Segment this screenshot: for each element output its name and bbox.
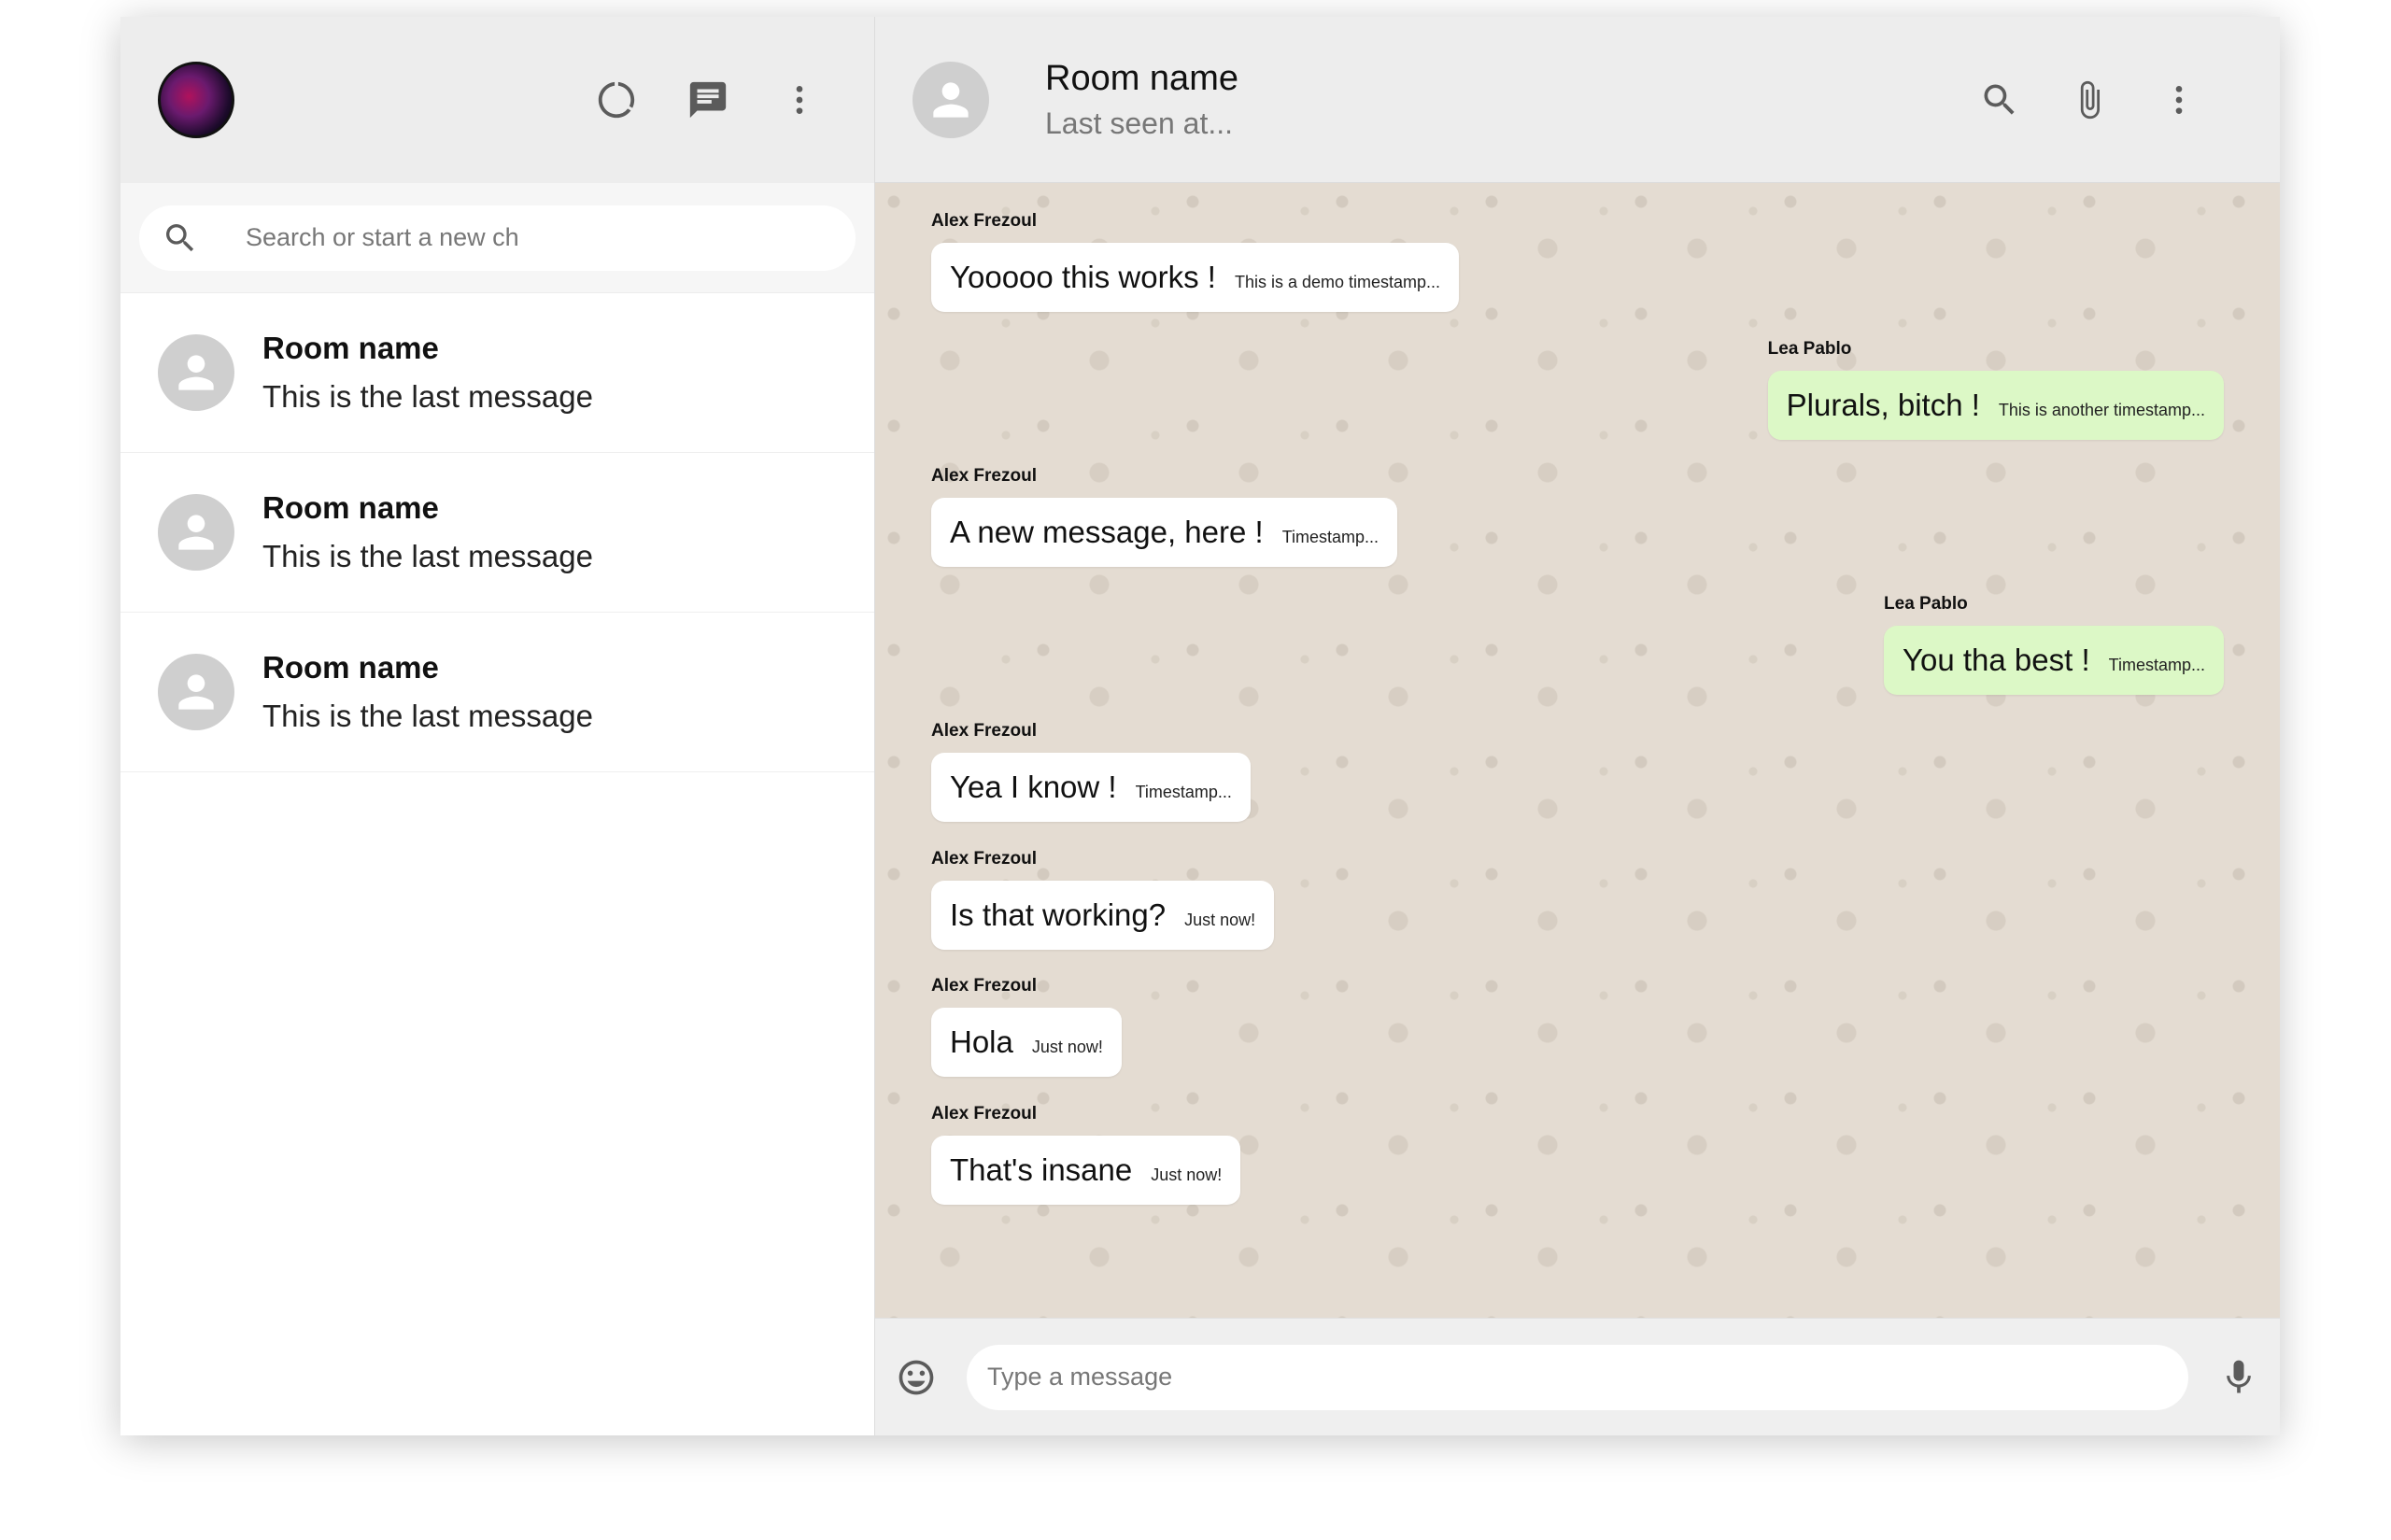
- room-name: Room name: [262, 650, 439, 685]
- chat-panel: Room name Last seen at... Alex Frezoul Y…: [875, 17, 2280, 1435]
- avatar: [158, 494, 234, 571]
- last-seen: Last seen at...: [1045, 106, 1234, 140]
- chat-icon[interactable]: [686, 78, 730, 122]
- status-icon[interactable]: [594, 78, 639, 122]
- message-bubble: A new message, here ! Timestamp...: [931, 498, 1398, 567]
- message: Alex Frezoul That's insane Just now!: [931, 1104, 1241, 1205]
- room-item[interactable]: Room name This is the last message: [120, 613, 874, 772]
- chat-title: Room name: [1045, 58, 1238, 98]
- message-sender: Lea Pablo: [1884, 594, 1968, 614]
- message-text: A new message, here !: [950, 515, 1264, 549]
- search-area: [120, 183, 874, 293]
- person-icon: [178, 515, 214, 550]
- message-timestamp: This is a demo timestamp...: [1234, 273, 1441, 291]
- message-text: Plurals, bitch !: [1786, 388, 1980, 422]
- chat-header-icons: [1977, 78, 2201, 122]
- message-input[interactable]: [967, 1344, 2188, 1410]
- user-avatar[interactable]: [158, 62, 234, 138]
- room-last-message: This is the last message: [262, 379, 593, 414]
- message-text: Hola: [950, 1024, 1013, 1059]
- sidebar-header: [120, 17, 874, 183]
- message: Alex Frezoul Yooooo this works ! This is…: [931, 211, 1460, 312]
- message-timestamp: This is another timestamp...: [1998, 401, 2205, 419]
- chat-header-info: Room name Last seen at...: [1045, 59, 1238, 141]
- avatar: [158, 654, 234, 730]
- person-icon: [178, 355, 214, 390]
- room-info: Room name This is the last message: [262, 650, 593, 734]
- message-sender: Alex Frezoul: [931, 466, 1037, 486]
- search-icon[interactable]: [1977, 78, 2022, 122]
- message-timestamp: Just now!: [1151, 1166, 1223, 1184]
- message-text: Is that working?: [950, 897, 1167, 932]
- message-sender: Alex Frezoul: [931, 849, 1037, 869]
- chat-app: Room name This is the last message Room …: [120, 17, 2280, 1435]
- message-bubble: Hola Just now!: [931, 1008, 1122, 1077]
- person-icon: [178, 674, 214, 710]
- message-text: Yooooo this works !: [950, 260, 1216, 294]
- emoji-icon[interactable]: [894, 1355, 939, 1400]
- room-info: Room name This is the last message: [262, 490, 593, 574]
- avatar: [158, 334, 234, 411]
- message-timestamp: Timestamp...: [1281, 528, 1379, 546]
- message: Alex Frezoul Hola Just now!: [931, 976, 1122, 1077]
- search-input[interactable]: [246, 223, 806, 252]
- room-info: Room name This is the last message: [262, 331, 593, 415]
- message-text: You tha best !: [1903, 643, 2090, 677]
- message-text: That's insane: [950, 1152, 1133, 1187]
- more-vert-icon[interactable]: [2157, 78, 2201, 122]
- chat-avatar[interactable]: [913, 61, 989, 138]
- more-vert-icon[interactable]: [777, 78, 822, 122]
- message: Alex Frezoul A new message, here ! Times…: [931, 466, 1398, 567]
- room-last-message: This is the last message: [262, 699, 593, 733]
- message-sender: Alex Frezoul: [931, 976, 1037, 996]
- message-sender: Alex Frezoul: [931, 1104, 1037, 1123]
- message-bubble: You tha best ! Timestamp...: [1884, 626, 2224, 695]
- chat-footer: [875, 1318, 2280, 1435]
- message-timestamp: Just now!: [1031, 1038, 1103, 1056]
- message-list[interactable]: Alex Frezoul Yooooo this works ! This is…: [875, 183, 2280, 1318]
- message-text: Yea I know !: [950, 770, 1117, 804]
- room-name: Room name: [262, 331, 439, 365]
- room-item[interactable]: Room name This is the last message: [120, 453, 874, 613]
- message-sender: Alex Frezoul: [931, 211, 1037, 231]
- message-sender: Lea Pablo: [1767, 339, 1852, 359]
- attach-icon[interactable]: [2067, 78, 2112, 122]
- message-bubble: Is that working? Just now!: [931, 881, 1275, 950]
- sidebar: Room name This is the last message Room …: [120, 17, 875, 1435]
- search-icon: [166, 223, 194, 251]
- room-last-message: This is the last message: [262, 539, 593, 573]
- message-bubble: Plurals, bitch ! This is another timesta…: [1767, 371, 2224, 440]
- message-timestamp: Timestamp...: [1135, 783, 1232, 801]
- sidebar-header-icons: [594, 78, 822, 122]
- message-bubble: That's insane Just now!: [931, 1136, 1241, 1205]
- message-bubble: Yooooo this works ! This is a demo times…: [931, 243, 1460, 312]
- person-icon: [933, 81, 969, 118]
- message-timestamp: Timestamp...: [2108, 656, 2205, 674]
- mic-icon[interactable]: [2216, 1355, 2261, 1400]
- message: Alex Frezoul Is that working? Just now!: [931, 849, 1275, 950]
- message-timestamp: Just now!: [1184, 911, 1256, 929]
- message: Lea Pablo You tha best ! Timestamp...: [1884, 594, 2224, 695]
- message: Alex Frezoul Yea I know ! Timestamp...: [931, 721, 1251, 822]
- message-bubble: Yea I know ! Timestamp...: [931, 753, 1251, 822]
- search-box: [139, 205, 856, 271]
- room-name: Room name: [262, 490, 439, 525]
- message-sender: Alex Frezoul: [931, 721, 1037, 741]
- room-item[interactable]: Room name This is the last message: [120, 293, 874, 453]
- message: Lea Pablo Plurals, bitch ! This is anoth…: [1767, 339, 2224, 440]
- chat-header: Room name Last seen at...: [875, 17, 2280, 183]
